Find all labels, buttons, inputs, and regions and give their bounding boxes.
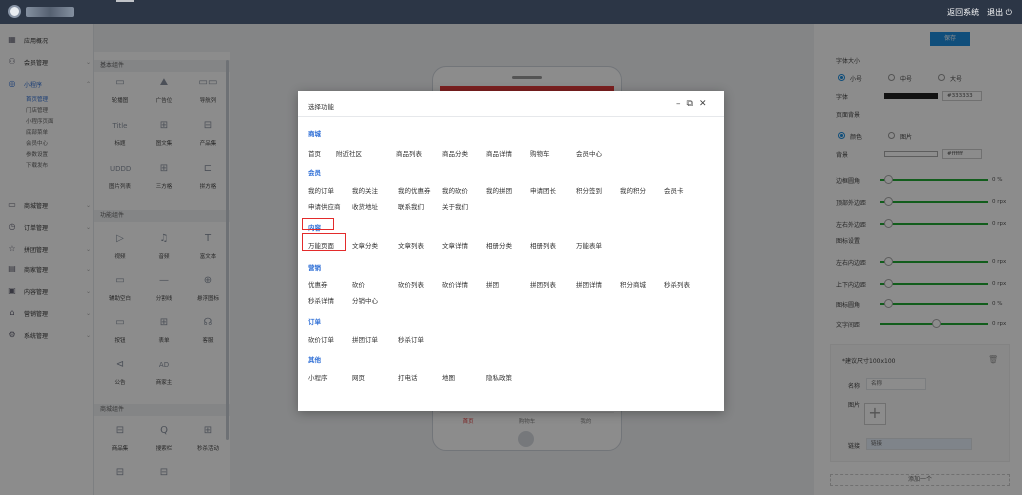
function-link[interactable]: 万能表单 [576, 240, 602, 250]
section-title: 订单 [308, 318, 321, 326]
function-link[interactable]: 申请供应商 [308, 201, 341, 211]
function-link[interactable]: 购物车 [530, 148, 550, 158]
function-link[interactable]: 拼团详情 [576, 279, 602, 289]
function-link[interactable]: 砍价订单 [308, 334, 334, 344]
function-link[interactable]: 我的砍价 [442, 185, 468, 195]
function-link[interactable]: 我的关注 [352, 185, 378, 195]
function-link[interactable]: 我的拼团 [486, 185, 512, 195]
function-link[interactable]: 我的优惠券 [398, 185, 431, 195]
function-link[interactable]: 联系我们 [398, 201, 424, 211]
function-link[interactable]: 相册分类 [486, 240, 512, 250]
function-link[interactable]: 会员中心 [576, 148, 602, 158]
function-link[interactable]: 砍价详情 [442, 279, 468, 289]
section-title: 营销 [308, 264, 321, 272]
section-title: 会员 [308, 169, 321, 177]
function-link[interactable]: 商品列表 [396, 148, 422, 158]
function-link[interactable]: 拼团订单 [352, 334, 378, 344]
function-link[interactable]: 优惠券 [308, 279, 328, 289]
section-highlight [302, 218, 334, 230]
function-link[interactable]: 附近社区 [336, 148, 362, 158]
function-link[interactable]: 分销中心 [352, 295, 378, 305]
minimize-icon[interactable]: – [676, 99, 681, 109]
topbar-indicator [116, 0, 134, 2]
function-link[interactable]: 隐私政策 [486, 372, 512, 382]
dialog-divider [298, 116, 724, 117]
function-link[interactable]: 秒杀列表 [664, 279, 690, 289]
app-name-blurred [26, 7, 74, 17]
section-title: 其他 [308, 356, 321, 364]
function-link[interactable]: 关于我们 [442, 201, 468, 211]
return-system-link[interactable]: 返回系统 [947, 7, 979, 18]
close-icon[interactable]: ✕ [699, 99, 707, 109]
select-function-dialog [298, 91, 724, 411]
dialog-title: 选择功能 [308, 103, 334, 111]
function-link[interactable]: 我的订单 [308, 185, 334, 195]
function-link[interactable]: 商品分类 [442, 148, 468, 158]
function-link[interactable]: 秒杀详情 [308, 295, 334, 305]
function-link[interactable]: 地图 [442, 372, 455, 382]
function-link[interactable]: 积分商城 [620, 279, 646, 289]
function-link[interactable]: 积分签到 [576, 185, 602, 195]
function-link[interactable]: 收货地址 [352, 201, 378, 211]
function-link[interactable]: 秒杀订单 [398, 334, 424, 344]
function-link[interactable]: 拼团列表 [530, 279, 556, 289]
function-link[interactable]: 文章详情 [442, 240, 468, 250]
function-link[interactable]: 相册列表 [530, 240, 556, 250]
logout-icon: ⏻ [1003, 8, 1012, 17]
function-link[interactable]: 砍价列表 [398, 279, 424, 289]
function-link[interactable]: 会员卡 [664, 185, 684, 195]
function-link[interactable]: 申请团长 [530, 185, 556, 195]
function-link[interactable]: 文章列表 [398, 240, 424, 250]
function-link[interactable]: 首页 [308, 148, 321, 158]
function-link[interactable]: 商品详情 [486, 148, 512, 158]
link-highlight [302, 233, 346, 251]
maximize-icon[interactable]: ⧉ [687, 99, 693, 109]
function-link[interactable]: 拼团 [486, 279, 499, 289]
function-link[interactable]: 小程序 [308, 372, 328, 382]
function-link[interactable]: 文章分类 [352, 240, 378, 250]
function-link[interactable]: 打电话 [398, 372, 418, 382]
function-link[interactable]: 我的积分 [620, 185, 646, 195]
logout-link[interactable]: 退出 ⏻ [987, 7, 1012, 18]
function-link[interactable]: 砍价 [352, 279, 365, 289]
function-link[interactable]: 网页 [352, 372, 365, 382]
top-bar: 返回系统 退出 ⏻ [0, 0, 1022, 24]
section-title: 商城 [308, 130, 321, 138]
logo-icon [8, 5, 21, 18]
